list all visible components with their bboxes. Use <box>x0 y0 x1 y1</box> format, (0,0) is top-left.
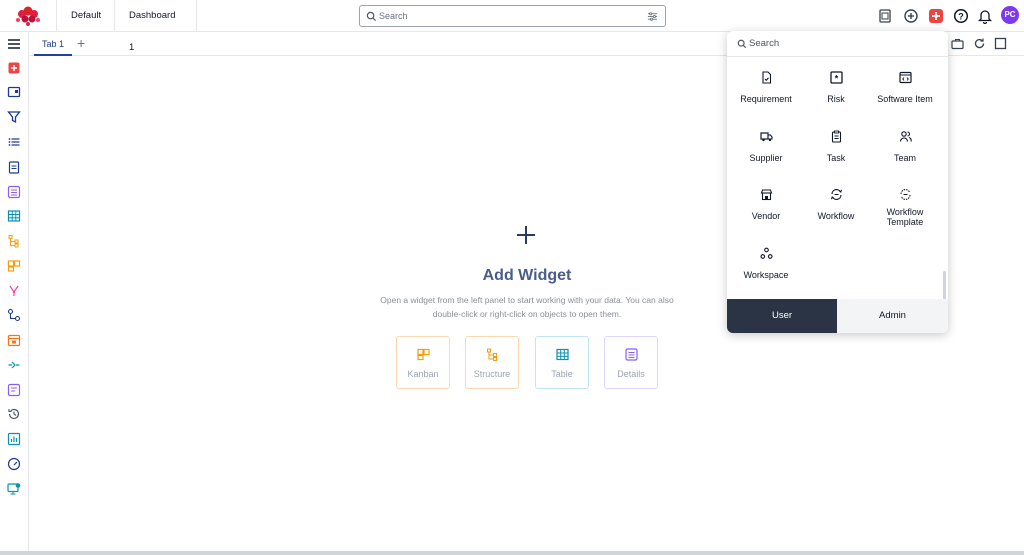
structure-icon[interactable] <box>7 234 21 248</box>
dropdown-item-task[interactable]: Task <box>801 130 871 182</box>
merge-icon[interactable] <box>7 358 21 372</box>
widget-card-table[interactable]: Table <box>535 336 589 389</box>
dropdown-item-supplier[interactable]: Supplier <box>731 130 801 182</box>
vendor-icon <box>760 189 773 201</box>
svg-text:*: * <box>835 74 839 84</box>
workflow-icon[interactable] <box>7 308 21 322</box>
dropdown-item-label: Requirement <box>740 94 792 104</box>
workflow-template-icon <box>900 189 911 200</box>
monitor-settings-icon[interactable] <box>7 482 21 496</box>
dropdown-item-team[interactable]: Team <box>870 130 940 182</box>
dropdown-item-label: Workflow Template <box>886 207 924 227</box>
search-icon <box>737 39 747 49</box>
dropdown-item-label: Supplier <box>749 153 783 163</box>
dropdown-item-label: Task <box>826 153 846 163</box>
dropdown-item-workflow-template[interactable]: Workflow Template <box>870 188 940 240</box>
dropdown-item-label: Workspace <box>743 270 789 280</box>
refresh-icon[interactable] <box>973 37 986 50</box>
create-new-icon[interactable] <box>928 8 944 24</box>
branch-icon[interactable] <box>7 284 21 298</box>
dropdown-search-placeholder: Search <box>749 38 780 49</box>
workspace-icon <box>760 247 773 259</box>
add-circle-icon[interactable] <box>903 8 919 24</box>
team-icon <box>899 131 912 142</box>
user-avatar[interactable]: PC <box>1001 6 1019 24</box>
dropdown-item-label: Risk <box>827 94 845 104</box>
search-icon <box>366 11 377 22</box>
details-icon <box>625 348 638 361</box>
filter-icon[interactable] <box>7 110 21 124</box>
widget-card-label: Table <box>551 369 573 379</box>
widget-card-label: Kanban <box>407 369 439 379</box>
dropdown-item-label: Software Item <box>877 94 933 104</box>
bell-icon[interactable] <box>977 8 993 24</box>
description-line-1: Open a widget from the left panel to sta… <box>380 295 674 305</box>
calendar-icon[interactable] <box>7 333 21 347</box>
bottom-border <box>0 551 1024 555</box>
workspace-tab-dashboard-1[interactable]: Dashboard 1 <box>115 0 197 53</box>
task-icon <box>831 130 842 143</box>
add-widget-title: Add Widget <box>482 267 572 284</box>
chart-icon[interactable] <box>7 432 21 446</box>
list-icon[interactable] <box>7 135 21 149</box>
search-placeholder: Search <box>379 11 408 21</box>
briefcase-icon[interactable] <box>951 37 964 50</box>
maximize-icon[interactable] <box>994 37 1007 50</box>
kanban-icon <box>417 348 430 361</box>
dropdown-item-label: Vendor <box>751 211 781 221</box>
widget-card-details[interactable]: Details <box>604 336 658 389</box>
kanban-icon[interactable] <box>7 259 21 273</box>
window-icon[interactable] <box>7 85 21 99</box>
tab-1[interactable]: Tab 1 <box>34 32 72 56</box>
supplier-icon <box>760 132 773 142</box>
top-bar: Default Dashboard 1 Search ? PC <box>0 0 1024 53</box>
widget-card-label: Structure <box>473 369 511 379</box>
workflow-icon <box>831 189 842 200</box>
requirement-icon <box>762 71 772 84</box>
widget-card-label: Details <box>617 369 645 379</box>
clipboard-icon[interactable] <box>7 160 21 174</box>
help-icon[interactable]: ? <box>953 8 969 24</box>
filter-settings-icon[interactable] <box>647 11 658 22</box>
widget-card-structure[interactable]: Structure <box>465 336 519 389</box>
create-object-dropdown: Search Requirement * Risk Software Item … <box>727 31 948 333</box>
software-item-icon <box>899 71 912 84</box>
report-icon[interactable] <box>7 383 21 397</box>
risk-icon: * <box>830 71 843 84</box>
import-export-icon[interactable] <box>877 8 893 24</box>
description-line-2: double-click or right-click on objects t… <box>432 308 622 319</box>
global-search[interactable]: Search <box>359 5 666 27</box>
details-icon[interactable] <box>7 185 21 199</box>
svg-text:?: ? <box>958 11 964 21</box>
widget-card-kanban[interactable]: Kanban <box>396 336 450 389</box>
dropdown-item-label: Workflow <box>817 211 855 221</box>
add-widget-description: Open a widget from the left panel to sta… <box>350 294 704 321</box>
structure-icon <box>487 348 497 361</box>
dropdown-role-tabs: User Admin <box>727 299 948 333</box>
menu-icon[interactable] <box>7 37 21 51</box>
dropdown-item-workflow[interactable]: Workflow <box>801 188 871 240</box>
table-icon[interactable] <box>7 209 21 223</box>
dropdown-search[interactable]: Search <box>727 31 948 57</box>
history-icon[interactable] <box>7 407 21 421</box>
dropdown-item-requirement[interactable]: Requirement <box>731 71 801 123</box>
tab-user[interactable]: User <box>727 299 837 333</box>
table-icon <box>556 348 569 361</box>
dropdown-item-workspace[interactable]: Workspace <box>731 247 801 299</box>
tab-admin[interactable]: Admin <box>837 299 948 333</box>
add-tab-button[interactable]: + <box>77 35 85 51</box>
app-logo[interactable] <box>14 5 42 27</box>
dropdown-item-risk[interactable]: * Risk <box>801 71 871 123</box>
dropdown-item-vendor[interactable]: Vendor <box>731 188 801 240</box>
dropdown-item-software-item[interactable]: Software Item <box>870 71 940 123</box>
gauge-icon[interactable] <box>7 457 21 471</box>
new-item-icon[interactable] <box>7 61 21 75</box>
add-widget-plus-icon[interactable] <box>515 224 537 246</box>
dropdown-item-label: Team <box>893 153 916 163</box>
workspace-tab-default[interactable]: Default <box>56 0 115 32</box>
left-sidebar <box>0 32 29 553</box>
